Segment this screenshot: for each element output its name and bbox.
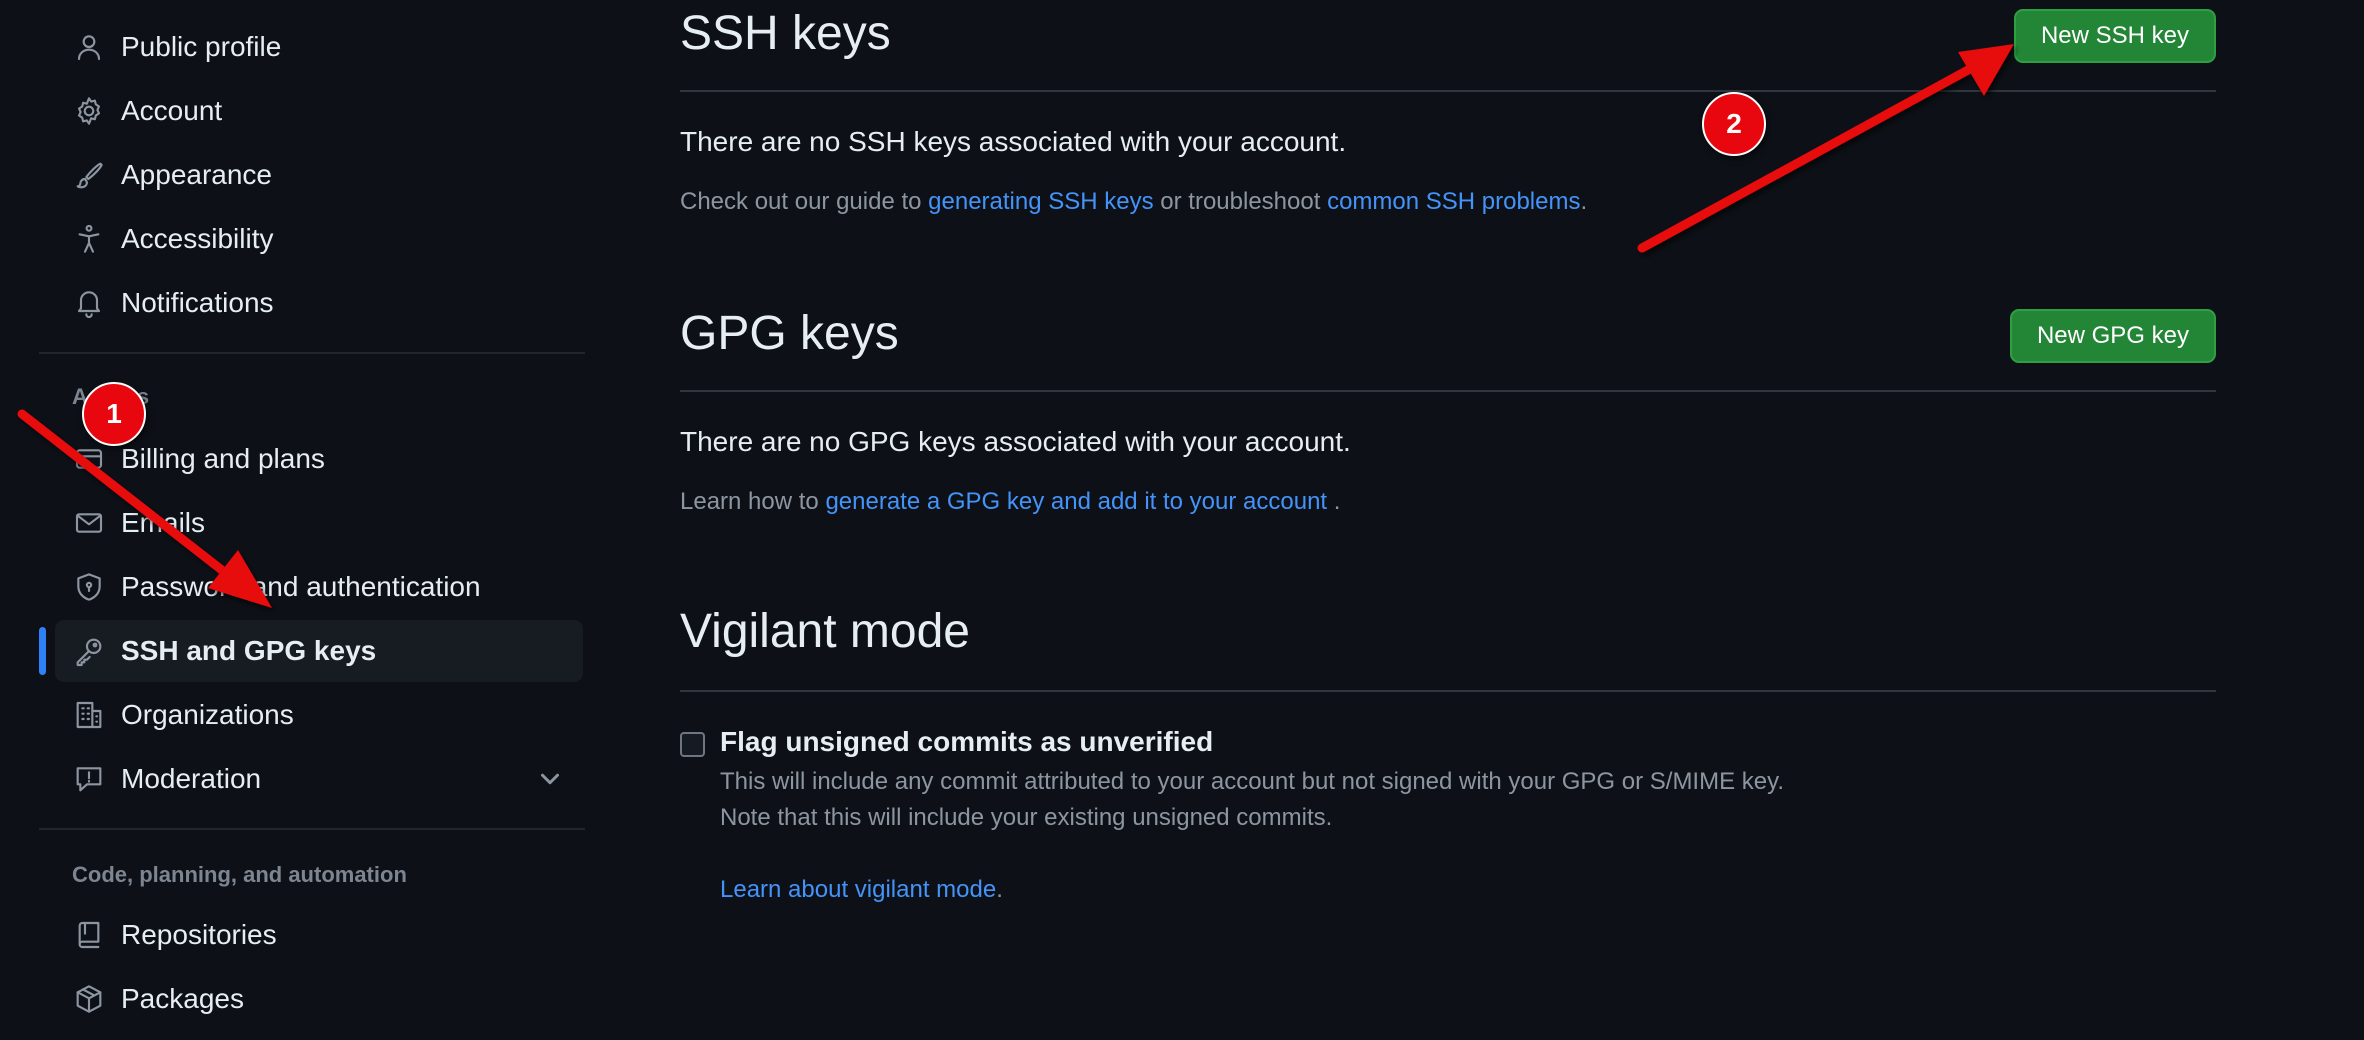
sidebar-item-label: Moderation (121, 763, 262, 794)
section-divider (680, 90, 2216, 92)
active-indicator (39, 627, 46, 675)
repo-icon (71, 917, 107, 953)
sidebar-divider (39, 352, 585, 354)
person-icon (71, 29, 107, 65)
annotation-badge-1: 1 (82, 382, 146, 446)
ssh-help-text: Check out our guide to generating SSH ke… (680, 188, 1587, 216)
new-ssh-key-button[interactable]: New SSH key (2013, 9, 2216, 63)
generating-ssh-keys-link[interactable]: generating SSH keys (928, 188, 1153, 215)
sidebar-item-public-profile[interactable]: Public profile (55, 16, 583, 78)
credit-card-icon (71, 441, 107, 477)
section-divider (680, 390, 2216, 392)
organization-icon (71, 697, 107, 733)
ssh-keys-title: SSH keys (680, 7, 891, 60)
vigilant-description-note: Note that this will include your existin… (720, 804, 1333, 831)
flag-unsigned-commits-checkbox[interactable] (680, 732, 705, 757)
main-content: SSH keys New SSH key There are no SSH ke… (680, 0, 2216, 1040)
sidebar-item-label: Appearance (121, 159, 273, 190)
report-icon (71, 761, 107, 797)
sidebar-item-label: Emails (121, 507, 206, 538)
help-text-fragment: . (1327, 488, 1341, 515)
common-ssh-problems-link[interactable]: common SSH problems (1327, 188, 1580, 215)
sidebar-divider (39, 828, 585, 830)
vigilant-mode-title: Vigilant mode (680, 605, 970, 658)
annotation-badge-2: 2 (1702, 92, 1766, 156)
chevron-down-icon[interactable] (535, 764, 565, 794)
sidebar-item-accessibility[interactable]: Accessibility (55, 208, 583, 270)
vigilant-description: This will include any commit attributed … (720, 768, 1785, 795)
sidebar-item-repositories[interactable]: Repositories (55, 904, 583, 966)
gpg-keys-title: GPG keys (680, 307, 899, 360)
sidebar-heading-code-planning: Code, planning, and automation (72, 862, 407, 887)
sidebar-item-moderation[interactable]: Moderation (55, 748, 583, 810)
sidebar-item-label: Repositories (121, 919, 277, 950)
section-divider (680, 690, 2216, 692)
sidebar-item-notifications[interactable]: Notifications (55, 272, 583, 334)
sidebar-item-label: SSH and GPG keys (121, 635, 377, 666)
gpg-empty-message: There are no GPG keys associated with yo… (680, 426, 1351, 457)
bell-icon (71, 285, 107, 321)
vigilant-learn-more: Learn about vigilant mode. (720, 876, 1003, 904)
ssh-empty-message: There are no SSH keys associated with yo… (680, 126, 1347, 157)
settings-sidebar: Public profile Account Appearance Access… (39, 0, 585, 1040)
sidebar-item-label: Notifications (121, 287, 274, 318)
sidebar-item-packages[interactable]: Packages (55, 968, 583, 1030)
help-text-fragment: Learn how to (680, 488, 826, 515)
shield-lock-icon (71, 569, 107, 605)
new-gpg-key-button[interactable]: New GPG key (2009, 309, 2216, 363)
key-icon (71, 633, 107, 669)
help-text-fragment: Check out our guide to (680, 188, 929, 215)
sidebar-item-label: Packages (121, 983, 244, 1014)
sidebar-item-organizations[interactable]: Organizations (55, 684, 583, 746)
help-text-fragment: . (996, 876, 1003, 903)
sidebar-item-label: Password and authentication (121, 571, 481, 602)
paintbrush-icon (71, 157, 107, 193)
sidebar-item-ssh-gpg-keys[interactable]: SSH and GPG keys (55, 620, 583, 682)
sidebar-item-label: Accessibility (121, 223, 274, 254)
generate-gpg-key-link[interactable]: generate a GPG key and add it to your ac… (825, 488, 1327, 515)
flag-unsigned-commits-label[interactable]: Flag unsigned commits as unverified (720, 726, 1213, 758)
settings-page: Public profile Account Appearance Access… (0, 0, 2364, 1040)
package-icon (71, 981, 107, 1017)
sidebar-item-label: Public profile (121, 31, 282, 62)
mail-icon (71, 505, 107, 541)
sidebar-item-password-authentication[interactable]: Password and authentication (55, 556, 583, 618)
sidebar-item-emails[interactable]: Emails (55, 492, 583, 554)
sidebar-item-label: Organizations (121, 699, 294, 730)
sidebar-item-appearance[interactable]: Appearance (55, 144, 583, 206)
gpg-help-text: Learn how to generate a GPG key and add … (680, 488, 1340, 516)
help-text-fragment: . (1580, 188, 1588, 215)
sidebar-item-account[interactable]: Account (55, 80, 583, 142)
accessibility-icon (71, 221, 107, 257)
gear-icon (71, 93, 107, 129)
learn-vigilant-mode-link[interactable]: Learn about vigilant mode (720, 876, 996, 903)
sidebar-item-label: Account (121, 95, 223, 126)
help-text-fragment: or troubleshoot (1153, 188, 1328, 215)
sidebar-item-label: Billing and plans (121, 443, 325, 474)
